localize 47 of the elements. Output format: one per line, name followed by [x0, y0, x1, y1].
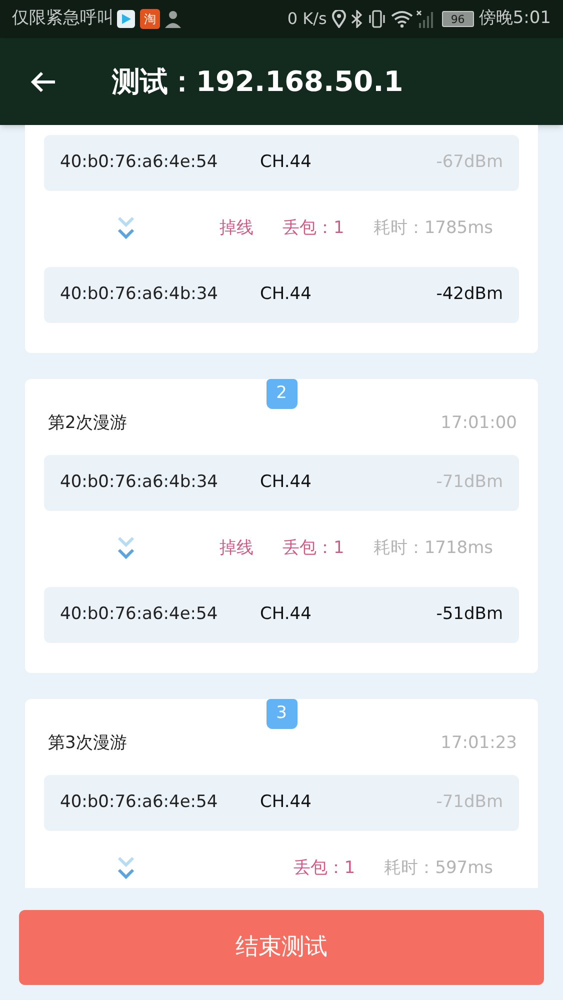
- double-chevron-icon: [117, 536, 135, 562]
- location-icon: [332, 10, 346, 28]
- signal-strength: -67dBm: [436, 151, 503, 174]
- network-speed: 0 K/s: [287, 8, 327, 30]
- mac-address: 40:b0:76:a6:4b:34: [60, 283, 219, 306]
- channel: CH.44: [260, 283, 312, 306]
- person-icon: [164, 10, 182, 28]
- disconnect-label: 掉线: [219, 217, 254, 240]
- packet-loss: 丢包：1: [282, 537, 344, 560]
- index-badge: 3: [266, 699, 297, 729]
- channel: CH.44: [260, 791, 312, 814]
- duration: 耗时：1785ms: [373, 217, 493, 240]
- back-arrow-icon[interactable]: [30, 70, 56, 92]
- channel: CH.44: [260, 151, 312, 174]
- channel: CH.44: [260, 471, 312, 494]
- signal-icon: [416, 10, 434, 28]
- roam-title: 第3次漫游: [48, 732, 127, 756]
- signal-strength: -71dBm: [436, 791, 503, 814]
- mac-address: 40:b0:76:a6:4e:54: [60, 791, 219, 814]
- disconnect-label: 掉线: [219, 537, 254, 560]
- duration: 耗时：597ms: [384, 857, 493, 880]
- packet-loss: 丢包：1: [293, 857, 356, 880]
- duration: 耗时：1718ms: [373, 537, 493, 560]
- signal-strength: -51dBm: [436, 603, 503, 626]
- double-chevron-icon: [117, 856, 135, 882]
- mac-address: 40:b0:76:a6:4e:54: [60, 603, 219, 626]
- double-chevron-icon: [117, 216, 135, 242]
- end-test-button[interactable]: 结束测试: [19, 910, 544, 984]
- mac-address: 40:b0:76:a6:4b:34: [60, 471, 219, 494]
- app-icon: 淘: [140, 9, 160, 29]
- roam-time: 17:01:23: [440, 732, 517, 756]
- mac-address: 40:b0:76:a6:4e:54: [60, 151, 219, 174]
- carrier-text: 仅限紧急呼叫: [12, 7, 114, 30]
- wifi-icon: [390, 10, 413, 28]
- video-app-icon: [116, 9, 136, 29]
- index-badge: 2: [266, 379, 297, 409]
- battery-indicator: 96: [442, 11, 474, 27]
- page-title: 测试：192.168.50.1: [112, 64, 404, 100]
- packet-loss: 丢包：1: [282, 217, 344, 240]
- roam-title: 第2次漫游: [48, 412, 127, 436]
- vibrate-icon: [366, 10, 387, 28]
- clock: 傍晚5:01: [478, 7, 551, 30]
- channel: CH.44: [260, 603, 312, 626]
- signal-strength: -71dBm: [436, 471, 503, 494]
- roam-time: 17:01:00: [440, 412, 517, 436]
- signal-strength: -42dBm: [436, 283, 503, 306]
- bluetooth-icon: [350, 10, 363, 28]
